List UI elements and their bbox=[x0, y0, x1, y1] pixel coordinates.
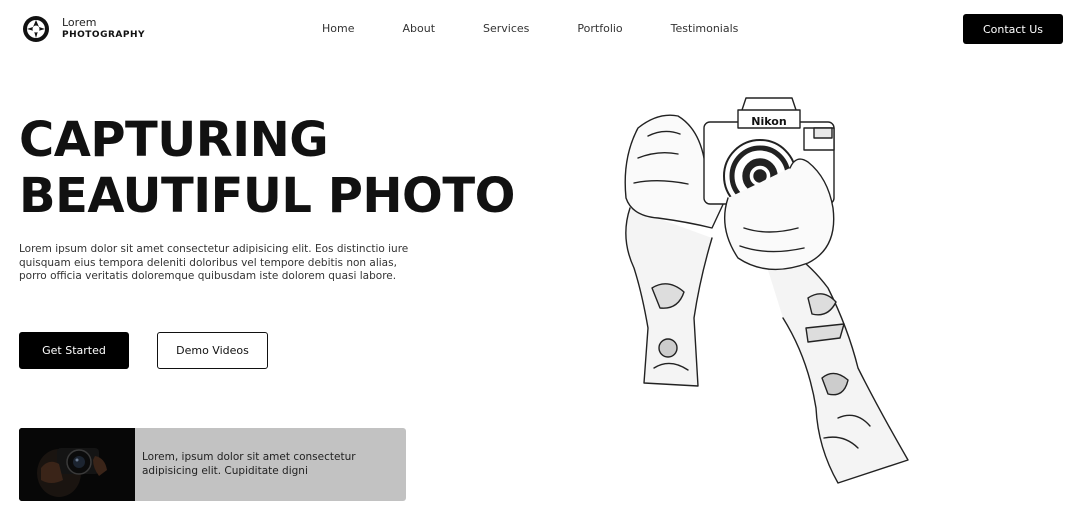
hero-title-line2: BEAUTIFUL PHOTO bbox=[19, 168, 515, 224]
nav-services[interactable]: Services bbox=[483, 22, 529, 35]
demo-videos-button[interactable]: Demo Videos bbox=[157, 332, 268, 369]
card-text: Lorem, ipsum dolor sit amet consectetur … bbox=[142, 451, 356, 477]
get-started-button[interactable]: Get Started bbox=[19, 332, 129, 369]
camera-brand-label: Nikon bbox=[751, 115, 786, 128]
hero-title-line1: CAPTURING bbox=[19, 112, 329, 168]
hands-camera-illustration: Nikon bbox=[624, 97, 909, 484]
brand-logo[interactable]: Lorem PHOTOGRAPHY bbox=[22, 15, 145, 43]
nav-portfolio[interactable]: Portfolio bbox=[577, 22, 622, 35]
brand-line1: Lorem bbox=[62, 16, 97, 29]
nav-about[interactable]: About bbox=[402, 22, 435, 35]
feature-card[interactable]: Lorem, ipsum dolor sit amet consectetur … bbox=[19, 428, 406, 501]
camera-photographer-icon bbox=[19, 428, 135, 501]
hero-title: CAPTURING BEAUTIFUL PHOTO bbox=[19, 112, 515, 224]
nav-testimonials[interactable]: Testimonials bbox=[671, 22, 739, 35]
aperture-logo-icon bbox=[23, 16, 49, 42]
contact-us-button[interactable]: Contact Us bbox=[963, 14, 1063, 44]
hero-description: Lorem ipsum dolor sit amet consectetur a… bbox=[19, 243, 409, 282]
brand-name: Lorem PHOTOGRAPHY bbox=[62, 17, 145, 41]
card-thumbnail bbox=[19, 428, 135, 501]
brand-line2: PHOTOGRAPHY bbox=[62, 30, 145, 40]
main-nav: Home About Services Portfolio Testimonia… bbox=[322, 22, 786, 35]
nav-home[interactable]: Home bbox=[322, 22, 354, 35]
